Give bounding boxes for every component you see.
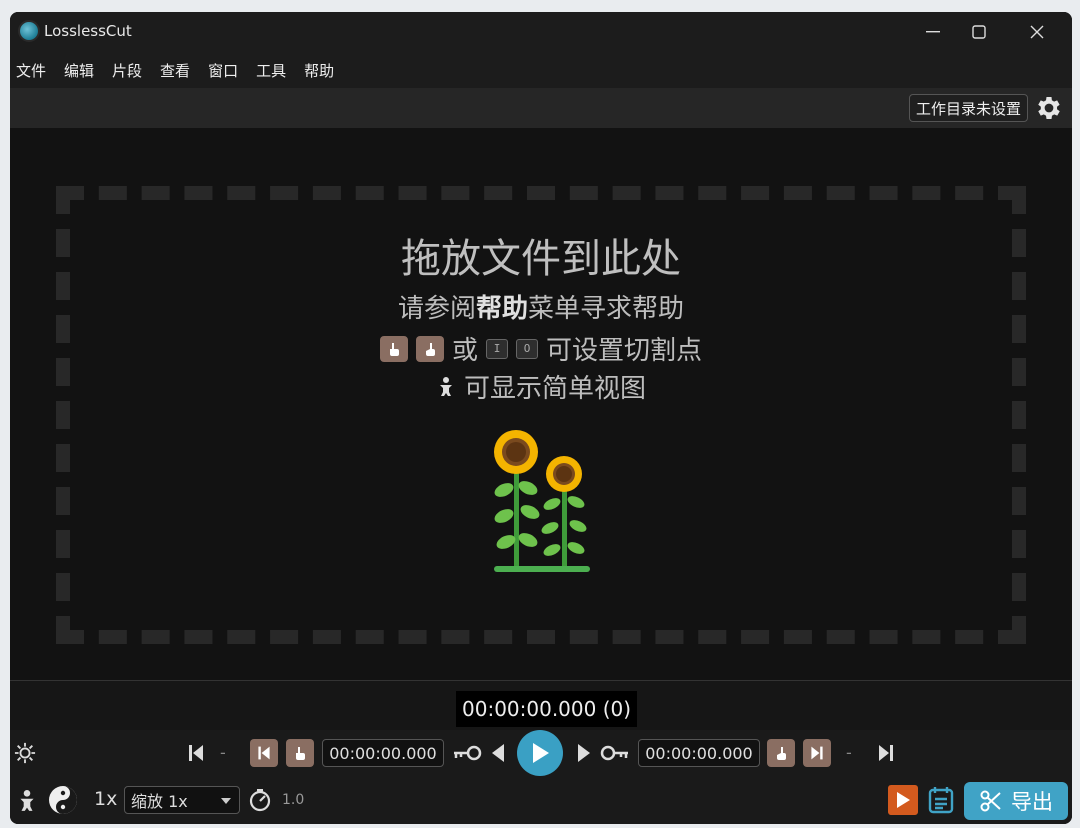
current-time-display: 00:00:00.000 (0) — [456, 691, 638, 727]
title-bar: LosslessCut — [10, 12, 1072, 52]
key-icon[interactable] — [452, 744, 482, 762]
jump-segment-start-button[interactable] — [250, 739, 278, 767]
player-area: 拖放文件到此处 请参阅帮助菜单寻求帮助 或 I O 可设置切割点 可显示简单视图 — [10, 128, 1072, 680]
speedometer-icon[interactable] — [248, 788, 272, 812]
close-icon — [1030, 25, 1044, 39]
minimize-button[interactable] — [910, 12, 956, 52]
cutpoint-hint-text: 可设置切割点 — [546, 336, 703, 366]
key-in: I — [486, 338, 508, 359]
top-toolbar: 工作目录未设置 — [10, 88, 1072, 128]
menu-file[interactable]: 文件 — [16, 60, 46, 81]
set-start-hand-icon — [379, 335, 408, 362]
jump-to-end-icon[interactable] — [876, 743, 896, 763]
jump-to-start-icon[interactable] — [186, 743, 206, 763]
jump-segment-end-button[interactable] — [803, 739, 831, 767]
drop-files-title: 拖放文件到此处 — [401, 236, 681, 282]
settings-gear-icon[interactable] — [1034, 93, 1064, 123]
next-frame-icon[interactable] — [576, 742, 592, 764]
zoom-select[interactable]: 缩放 1x — [124, 786, 240, 814]
play-output-icon — [897, 792, 910, 808]
key-end-icon[interactable] — [600, 744, 630, 762]
separator-dash-left: - — [220, 743, 226, 762]
play-icon — [533, 743, 549, 763]
menu-view[interactable]: 查看 — [160, 60, 190, 81]
maximize-icon — [972, 25, 986, 39]
preview-output-button[interactable] — [888, 785, 918, 815]
cut-start-time-input[interactable]: 00:00:00.000 — [322, 739, 444, 767]
maximize-button[interactable] — [956, 12, 1002, 52]
menu-window[interactable]: 窗口 — [208, 60, 238, 81]
set-cut-end-button[interactable] — [767, 739, 795, 767]
play-button[interactable] — [517, 730, 563, 776]
brightness-icon[interactable] — [14, 742, 36, 764]
chevron-down-icon — [221, 798, 231, 804]
simple-view-hint-text: 可显示简单视图 — [463, 374, 646, 404]
minimize-icon — [926, 31, 940, 33]
menu-bar: 文件 编辑 片段 查看 窗口 工具 帮助 — [10, 52, 1072, 88]
hand-start-icon — [296, 747, 305, 760]
menu-segments[interactable]: 片段 — [112, 60, 142, 81]
previous-frame-icon[interactable] — [490, 742, 506, 764]
close-button[interactable] — [1014, 12, 1060, 52]
help-hint-bold: 帮助 — [475, 294, 528, 324]
window-title: LosslessCut — [44, 22, 132, 40]
jump-segment-start-icon — [258, 746, 270, 760]
timeline[interactable]: 00:00:00.000 (0) — [10, 680, 1072, 730]
baby-icon — [439, 376, 452, 396]
hand-end-icon — [777, 747, 786, 760]
playback-rate-value: 1.0 — [282, 792, 305, 808]
cutpoint-hint: 或 I O 可设置切割点 — [10, 330, 1072, 367]
app-window: LosslessCut 文件 编辑 片段 查看 窗口 工具 帮助 工作目录未设置… — [10, 12, 1072, 824]
working-directory-button[interactable]: 工作目录未设置 — [908, 94, 1028, 122]
simple-view-hint: 可显示简单视图 — [10, 368, 1072, 405]
set-cut-start-button[interactable] — [286, 739, 314, 767]
sunflower-icon — [494, 430, 590, 572]
bottom-bar: 1x 缩放 1x 1.0 导出 — [10, 776, 1072, 824]
or-text: 或 — [451, 336, 478, 366]
simple-mode-baby-icon[interactable] — [16, 788, 38, 814]
scissors-icon — [980, 790, 1001, 812]
transport-controls: - 00:00:00.000 00:00:00.000 - — [10, 730, 1072, 776]
menu-tools[interactable]: 工具 — [256, 60, 286, 81]
export-button-label: 导出 — [1011, 790, 1053, 814]
key-out: O — [516, 338, 538, 359]
menu-edit[interactable]: 编辑 — [64, 60, 94, 81]
yin-yang-icon[interactable] — [48, 785, 78, 815]
separator-dash-right: - — [846, 743, 852, 762]
menu-help[interactable]: 帮助 — [304, 60, 334, 81]
app-logo-icon — [18, 20, 40, 42]
set-end-hand-icon — [415, 335, 444, 362]
help-hint-suffix: 菜单寻求帮助 — [528, 294, 685, 324]
jump-segment-end-icon — [811, 746, 823, 760]
cut-end-time-input[interactable]: 00:00:00.000 — [638, 739, 760, 767]
segment-list-icon[interactable] — [928, 786, 954, 814]
export-button[interactable]: 导出 — [964, 782, 1068, 820]
help-hint-prefix: 请参阅 — [397, 294, 476, 324]
help-hint: 请参阅帮助菜单寻求帮助 — [10, 288, 1072, 325]
zoom-select-value: 缩放 1x — [131, 792, 188, 811]
playback-speed-label: 1x — [94, 788, 118, 810]
